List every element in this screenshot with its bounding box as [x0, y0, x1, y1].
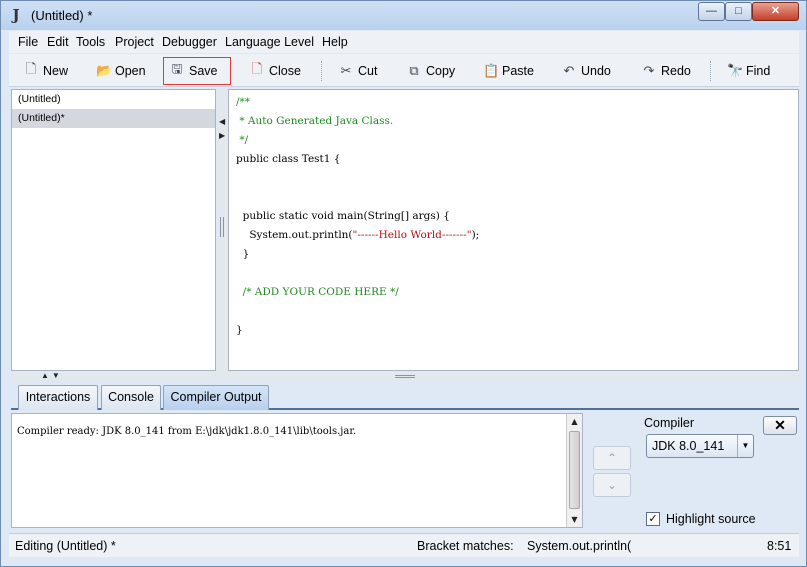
collapse-left-arrow-icon[interactable]: ◀: [219, 117, 225, 126]
main-window: J (Untitled) * — □ ✕ File Edit Tools Pro…: [0, 0, 807, 567]
tab-compiler-output[interactable]: Compiler Output: [163, 385, 269, 410]
toolbar-separator: [710, 61, 711, 81]
menu-file[interactable]: File: [18, 35, 38, 49]
undo-button[interactable]: ↶ Undo: [556, 57, 617, 85]
chevron-down-icon: ⌄: [606, 478, 618, 492]
redo-button[interactable]: ↷ Redo: [636, 57, 697, 85]
horizontal-splitter[interactable]: ▲▼: [11, 371, 799, 382]
highlight-source-checkbox[interactable]: ✓: [646, 512, 660, 526]
menu-language-level[interactable]: Language Level: [225, 35, 314, 49]
open-label: Open: [115, 64, 146, 78]
new-label: New: [43, 64, 69, 78]
drjava-logo-icon: J: [12, 6, 20, 24]
compiler-select[interactable]: JDK 8.0_141 ▼: [646, 434, 754, 458]
scroll-up-icon[interactable]: ▲: [567, 414, 582, 429]
close-window-button[interactable]: ✕: [752, 2, 799, 21]
menu-edit[interactable]: Edit: [47, 35, 69, 49]
window-title: (Untitled) *: [31, 8, 93, 23]
code-line: * Auto Generated Java Class.: [236, 115, 394, 127]
paste-button[interactable]: 📋 Paste: [477, 57, 540, 85]
compiler-select-value: JDK 8.0_141: [652, 439, 725, 453]
collapse-arrows-icon[interactable]: ▲▼: [41, 371, 63, 380]
next-error-button[interactable]: ⌄: [593, 473, 631, 497]
document-list: (Untitled) (Untitled)*: [11, 89, 216, 371]
cut-button[interactable]: ✂ Cut: [333, 57, 383, 85]
save-label: Save: [189, 64, 218, 78]
bracket-matches-label: Bracket matches:: [417, 539, 514, 553]
new-file-icon: 🗋: [25, 62, 37, 77]
code-line: /* ADD YOUR CODE HERE */: [236, 286, 399, 298]
compiler-output-pane[interactable]: Compiler ready: JDK 8.0_141 from E:\jdk\…: [11, 413, 583, 528]
document-item-selected[interactable]: (Untitled)*: [12, 109, 215, 128]
maximize-button[interactable]: □: [725, 2, 752, 21]
menu-project[interactable]: Project: [115, 35, 154, 49]
bottom-tab-strip: Interactions Console Compiler Output: [11, 383, 799, 410]
save-disk-icon: 🖫: [171, 62, 183, 77]
find-label: Find: [746, 64, 771, 78]
open-button[interactable]: 📂 Open: [90, 57, 152, 85]
clipboard-icon: 📋: [483, 63, 500, 79]
previous-error-button[interactable]: ⌃: [593, 446, 631, 470]
find-button[interactable]: 🔭 Find: [721, 57, 776, 85]
copy-icon: ⧉: [409, 63, 419, 79]
chevron-up-icon: ⌃: [606, 451, 618, 465]
close-file-icon: 🗋: [251, 62, 263, 77]
menu-bar: File Edit Tools Project Debugger Languag…: [9, 31, 799, 53]
scissors-icon: ✂: [340, 63, 352, 79]
cut-label: Cut: [358, 64, 378, 78]
minimize-button[interactable]: —: [698, 2, 725, 21]
compiler-label: Compiler: [644, 416, 695, 430]
undo-label: Undo: [581, 64, 611, 78]
save-button[interactable]: 🖫 Save: [163, 57, 231, 85]
code-line: }: [236, 324, 243, 336]
menu-help[interactable]: Help: [322, 35, 348, 49]
compiler-output-text: Compiler ready: JDK 8.0_141 from E:\jdk\…: [17, 426, 357, 437]
open-folder-icon: 📂: [96, 63, 113, 79]
code-token: );: [471, 229, 480, 241]
binoculars-icon: 🔭: [727, 63, 744, 79]
tab-interactions[interactable]: Interactions: [18, 385, 98, 410]
scroll-thumb[interactable]: [569, 431, 580, 509]
undo-icon: ↶: [563, 63, 575, 79]
new-button[interactable]: 🗋 New: [18, 57, 74, 85]
close-label: Close: [269, 64, 301, 78]
vertical-splitter[interactable]: ◀ ▶: [217, 89, 227, 371]
status-bar: Editing (Untitled) * Bracket matches: Sy…: [9, 533, 799, 557]
code-line: */: [236, 134, 249, 146]
splitter-grip[interactable]: [220, 217, 224, 237]
dropdown-arrow-icon: ▼: [737, 435, 753, 457]
tab-console[interactable]: Console: [101, 385, 161, 410]
code-line: /**: [236, 96, 251, 108]
copy-label: Copy: [426, 64, 456, 78]
close-file-button[interactable]: 🗋 Close: [244, 57, 307, 85]
cursor-position: 8:51: [767, 539, 792, 553]
document-item[interactable]: (Untitled): [12, 90, 215, 109]
code-token: System.out.println(: [236, 229, 353, 241]
paste-label: Paste: [502, 64, 534, 78]
menu-tools[interactable]: Tools: [76, 35, 105, 49]
splitter-grip[interactable]: [395, 375, 415, 378]
redo-icon: ↷: [643, 63, 655, 79]
expand-right-arrow-icon[interactable]: ▶: [219, 131, 225, 140]
highlight-source-label: Highlight source: [666, 512, 756, 526]
scroll-down-icon[interactable]: ▼: [567, 512, 582, 527]
copy-button[interactable]: ⧉ Copy: [401, 57, 461, 85]
code-line: System.out.println("------Hello World---…: [236, 229, 479, 241]
code-line: public static void main(String[] args) {: [236, 210, 450, 222]
toolbar-separator: [321, 61, 322, 81]
bracket-matches-value: System.out.println(: [527, 539, 632, 553]
menu-debugger[interactable]: Debugger: [162, 35, 217, 49]
code-editor[interactable]: /** * Auto Generated Java Class. */ publ…: [228, 89, 799, 371]
string-literal: "------Hello World-------": [352, 229, 472, 241]
output-scrollbar[interactable]: ▲ ▼: [566, 414, 582, 527]
title-bar[interactable]: J (Untitled) * — □ ✕: [1, 1, 806, 30]
redo-label: Redo: [661, 64, 691, 78]
code-line: public class Test1 {: [236, 153, 341, 165]
close-pane-button[interactable]: ✕: [763, 416, 797, 435]
code-line: }: [236, 248, 250, 260]
toolbar: 🗋 New 📂 Open 🖫 Save 🗋 Close ✂ Cut ⧉ Copy…: [9, 54, 799, 87]
editing-status: Editing (Untitled) *: [15, 539, 116, 553]
